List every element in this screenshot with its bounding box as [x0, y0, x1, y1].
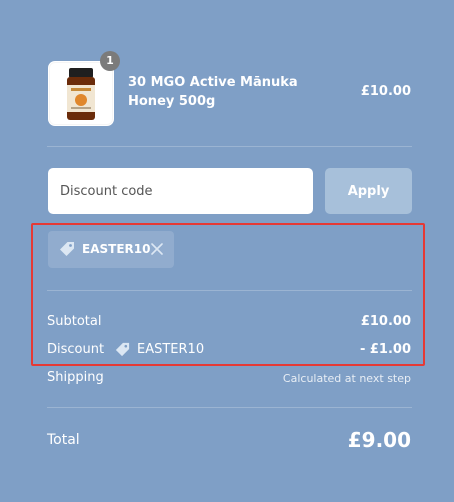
- divider: [47, 407, 412, 408]
- honey-jar-image: [67, 68, 95, 120]
- apply-button[interactable]: Apply: [325, 168, 412, 214]
- product-price: £10.00: [360, 84, 411, 99]
- quantity-badge: 1: [100, 51, 120, 71]
- shipping-value: Calculated at next step: [282, 372, 411, 385]
- product-title: 30 MGO Active Mānuka Honey 500g: [128, 75, 298, 109]
- product-image: [48, 61, 114, 126]
- total-label: Total: [47, 432, 80, 448]
- shipping-label: Shipping: [47, 370, 104, 385]
- total-value: £9.00: [347, 428, 411, 452]
- divider: [47, 146, 412, 147]
- highlight-box: [31, 223, 425, 366]
- discount-code-input[interactable]: [48, 168, 313, 214]
